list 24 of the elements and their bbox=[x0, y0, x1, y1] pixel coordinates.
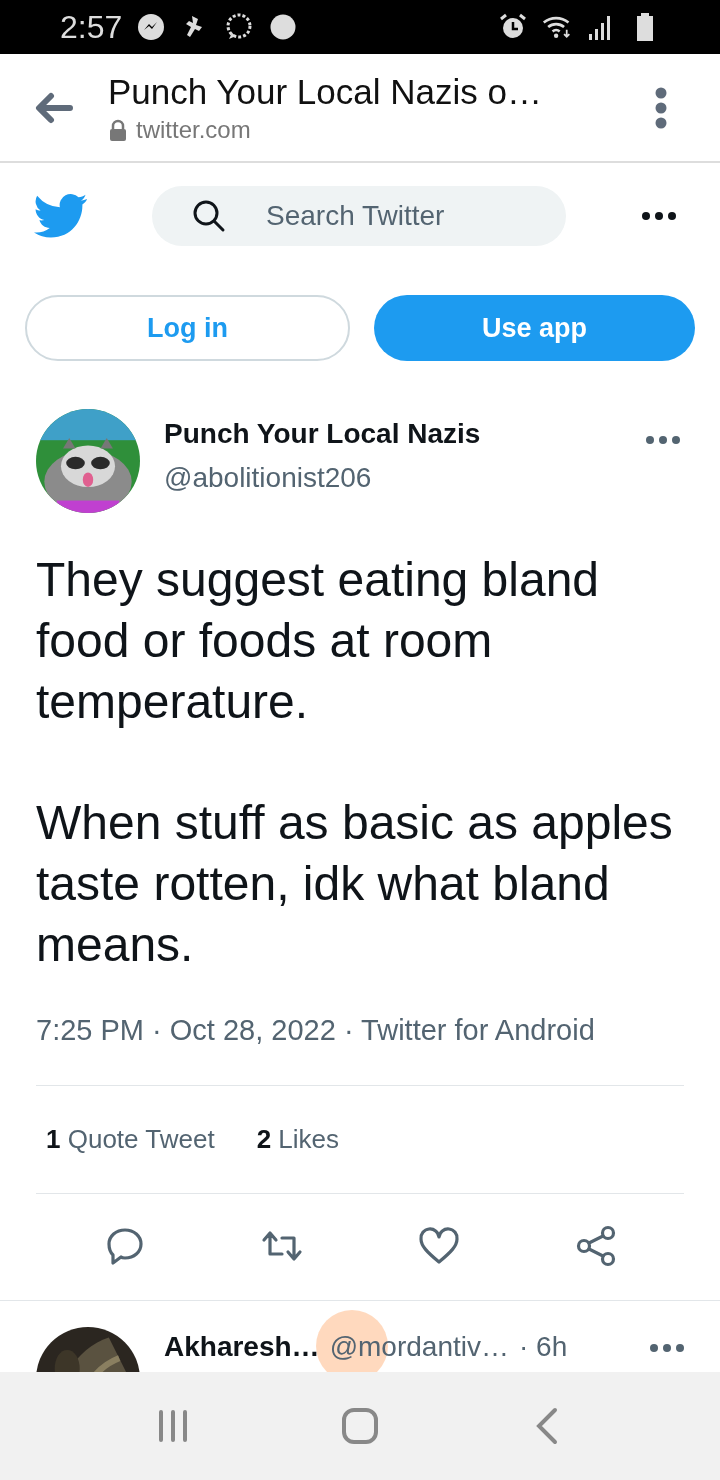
tweet-text: When stuff as basic as apples taste rotten, idk what bland means. bbox=[36, 795, 674, 973]
search-input[interactable]: Search Twitter bbox=[264, 199, 548, 233]
more-icon[interactable] bbox=[646, 435, 680, 445]
page-url: twitter.com bbox=[136, 115, 251, 144]
clock-time: 2:57 bbox=[60, 8, 123, 46]
home-icon[interactable] bbox=[340, 1406, 380, 1446]
page-title: Punch Your Local Nazis o… bbox=[108, 71, 543, 112]
engagement-count[interactable]: 2 Likes bbox=[256, 1124, 340, 1155]
engagement-count[interactable]: 1 Quote Tweet bbox=[46, 1124, 215, 1155]
author-handle: @abolitionist206 bbox=[164, 462, 373, 494]
search-field[interactable]: Search Twitter bbox=[152, 186, 566, 246]
more-icon[interactable] bbox=[650, 1343, 684, 1353]
bird-logo-icon[interactable] bbox=[34, 193, 88, 239]
reply-author-name: Akharesh… bbox=[164, 1331, 320, 1363]
reply-author-handle: @mordantiv… bbox=[329, 1331, 509, 1363]
back-arrow-icon[interactable] bbox=[34, 91, 74, 124]
lock-icon bbox=[108, 118, 128, 141]
search-icon bbox=[192, 199, 226, 233]
more-icon[interactable] bbox=[642, 211, 676, 221]
tweet-text: They suggest eating bland food or foods at room temperature. bbox=[36, 552, 601, 730]
author-name: Punch Your Local Nazis bbox=[164, 418, 482, 450]
menu-icon[interactable] bbox=[654, 86, 668, 129]
tweet-timestamp: 7:25 PM · Oct 28, 2022 · Twitter for Android bbox=[36, 1014, 595, 1046]
reply-time: · 6h bbox=[519, 1331, 568, 1363]
